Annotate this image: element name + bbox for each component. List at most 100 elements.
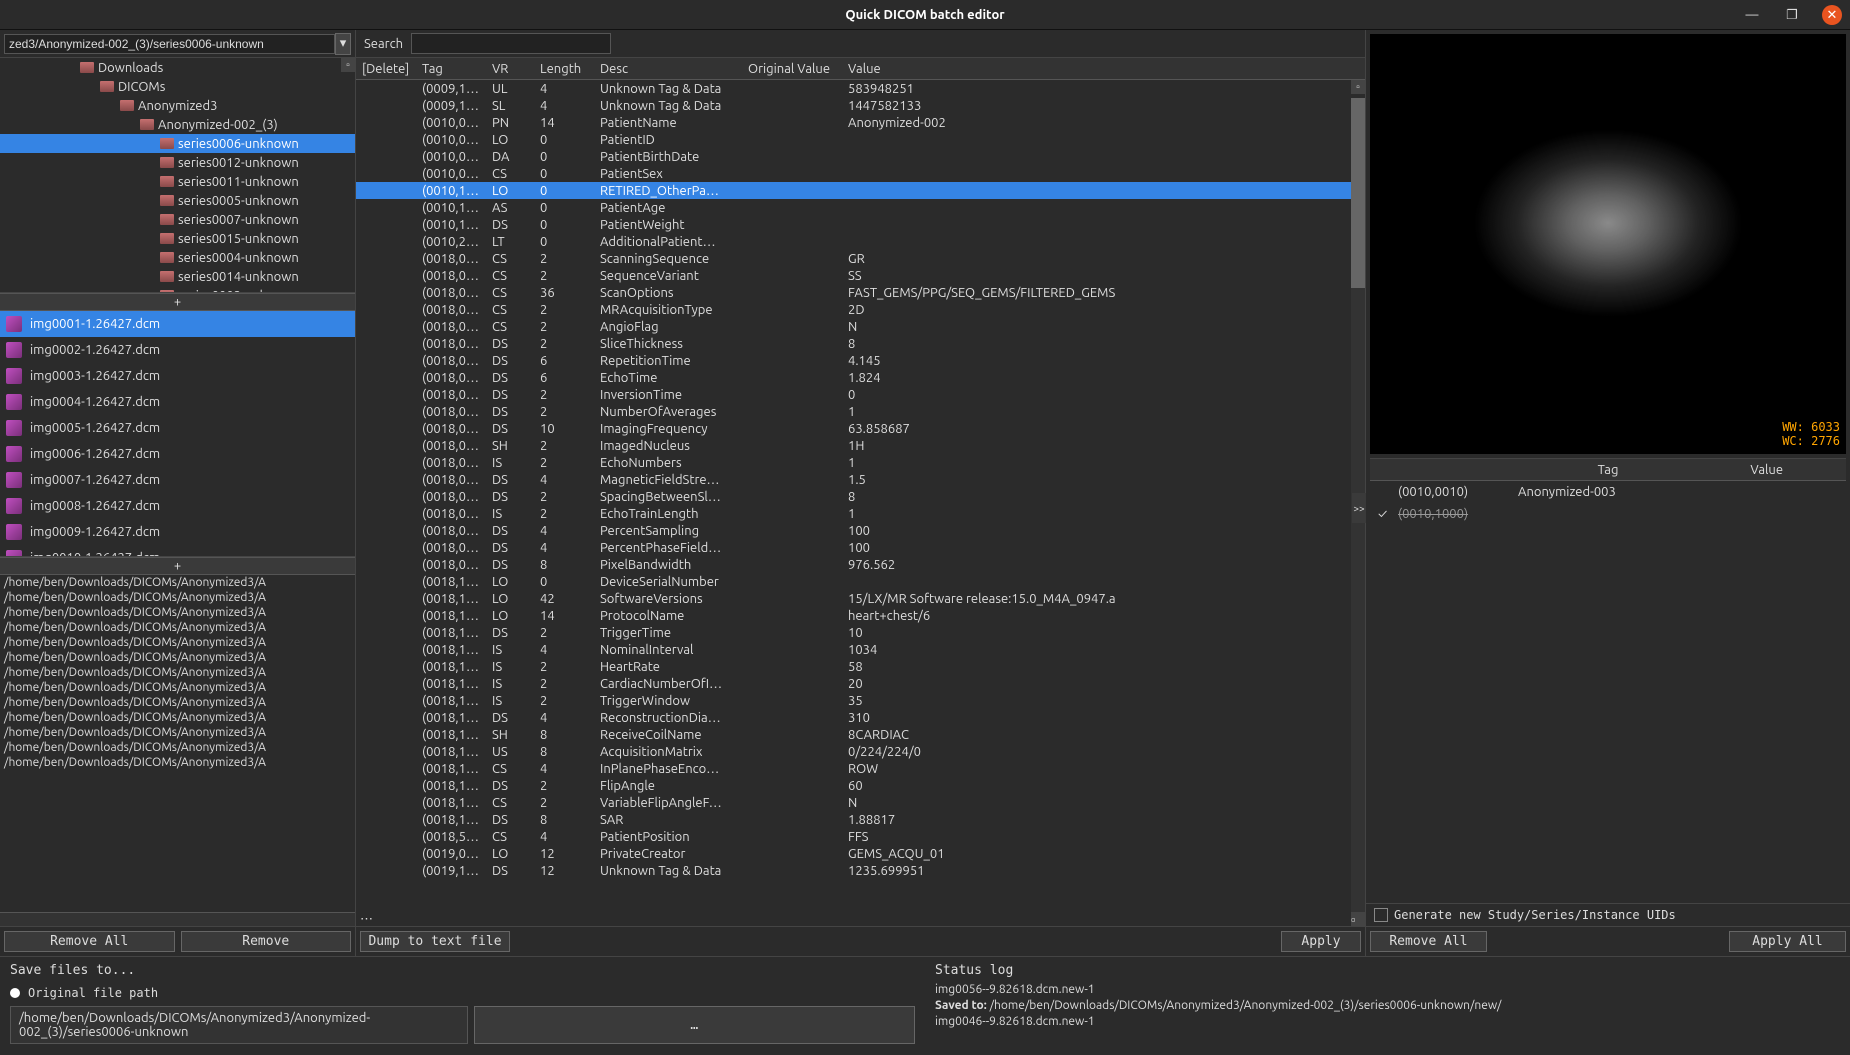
tag-row[interactable]: (0018,1…LO14ProtocolNameheart+chest/6	[356, 607, 1365, 624]
tag-collapse-icon[interactable]: ▫	[1351, 80, 1365, 94]
tag-row[interactable]: (0018,0…DS2InversionTime0	[356, 386, 1365, 403]
tag-row[interactable]: (0018,0…DS2NumberOfAverages1	[356, 403, 1365, 420]
queue-item[interactable]: /home/ben/Downloads/DICOMs/Anonymized3/A	[0, 635, 355, 650]
tag-row[interactable]: (0010,0…LO0PatientID	[356, 131, 1365, 148]
tag-row[interactable]: (0010,1…LO0RETIRED_OtherPa…	[356, 182, 1365, 199]
tag-row[interactable]: (0018,1…LO0DeviceSerialNumber	[356, 573, 1365, 590]
apply-button[interactable]: Apply	[1281, 931, 1361, 952]
file-item[interactable]: img0007-1.26427.dcm	[0, 467, 355, 493]
tag-row[interactable]: (0018,0…DS2SpacingBetweenSl…8	[356, 488, 1365, 505]
remove-button[interactable]: Remove	[181, 931, 352, 952]
tag-row[interactable]: (0018,1…CS2VariableFlipAngleF…N	[356, 794, 1365, 811]
dump-button[interactable]: Dump to text file	[360, 931, 510, 952]
queue-item[interactable]: /home/ben/Downloads/DICOMs/Anonymized3/A	[0, 575, 355, 590]
save-path-browse-button[interactable]: …	[474, 1006, 916, 1044]
file-list[interactable]: img0001-1.26427.dcmimg0002-1.26427.dcmim…	[0, 311, 355, 557]
queue-item[interactable]: /home/ben/Downloads/DICOMs/Anonymized3/A	[0, 590, 355, 605]
tag-row[interactable]: (0018,0…CS2AngioFlagN	[356, 318, 1365, 335]
tree-item[interactable]: series0005-unknown	[0, 191, 355, 210]
tag-row[interactable]: (0018,0…DS6RepetitionTime4.145	[356, 352, 1365, 369]
col-orig[interactable]: Original Value	[742, 62, 842, 76]
save-radio[interactable]	[10, 988, 20, 998]
tag-row[interactable]: (0018,0…SH2ImagedNucleus1H	[356, 437, 1365, 454]
tree-item[interactable]: series0004-unknown	[0, 248, 355, 267]
tag-row[interactable]: (0018,1…LO42SoftwareVersions15/LX/MR Sof…	[356, 590, 1365, 607]
tree-item[interactable]: series0014-unknown	[0, 267, 355, 286]
tag-row[interactable]: (0018,1…DS4ReconstructionDia…310	[356, 709, 1365, 726]
tag-row[interactable]: (0018,0…DS4MagneticFieldStre…1.5	[356, 471, 1365, 488]
tag-row[interactable]: (0009,1…SL4Unknown Tag & Data1447582133	[356, 97, 1365, 114]
add-folder-button[interactable]: +	[0, 293, 355, 311]
tree-collapse-icon[interactable]: ▫	[341, 58, 355, 72]
tag-row[interactable]: (0019,1…DS12Unknown Tag & Data1235.69995…	[356, 862, 1365, 879]
tag-row[interactable]: (0018,1…IS2CardiacNumberOfI…20	[356, 675, 1365, 692]
tag-row[interactable]: (0009,1…UL4Unknown Tag & Data583948251	[356, 80, 1365, 97]
queue-scrollbar[interactable]	[0, 912, 355, 926]
tree-item[interactable]: Downloads	[0, 58, 355, 77]
tree-item[interactable]: series0015-unknown	[0, 229, 355, 248]
queue-list[interactable]: /home/ben/Downloads/DICOMs/Anonymized3/A…	[0, 575, 355, 912]
tag-row[interactable]: (0018,1…IS2HeartRate58	[356, 658, 1365, 675]
queue-item[interactable]: /home/ben/Downloads/DICOMs/Anonymized3/A	[0, 710, 355, 725]
tag-row[interactable]: (0010,1…AS0PatientAge	[356, 199, 1365, 216]
edit-col-tag[interactable]: Tag	[1529, 463, 1688, 477]
tag-row[interactable]: (0010,0…PN14PatientNameAnonymized-002	[356, 114, 1365, 131]
tag-row[interactable]: (0018,1…SH8ReceiveCoilName8CARDIAC	[356, 726, 1365, 743]
panel-toggle-button[interactable]: >>	[1352, 493, 1366, 523]
tag-row[interactable]: (0018,5…CS4PatientPositionFFS	[356, 828, 1365, 845]
tag-row[interactable]: (0010,2…LT0AdditionalPatient…	[356, 233, 1365, 250]
tag-row[interactable]: (0010,0…DA0PatientBirthDate	[356, 148, 1365, 165]
edit-col-value[interactable]: Value	[1687, 463, 1846, 477]
maximize-button[interactable]: ❐	[1782, 5, 1802, 25]
tag-row[interactable]: (0018,0…CS2ScanningSequenceGR	[356, 250, 1365, 267]
tree-item[interactable]: series0006-unknown	[0, 134, 355, 153]
file-item[interactable]: img0003-1.26427.dcm	[0, 363, 355, 389]
queue-item[interactable]: /home/ben/Downloads/DICOMs/Anonymized3/A	[0, 755, 355, 770]
tag-row[interactable]: (0010,0…CS0PatientSex	[356, 165, 1365, 182]
queue-item[interactable]: /home/ben/Downloads/DICOMs/Anonymized3/A	[0, 725, 355, 740]
tag-row[interactable]: (0018,1…IS2TriggerWindow35	[356, 692, 1365, 709]
minimize-button[interactable]: —	[1742, 5, 1762, 25]
queue-item[interactable]: /home/ben/Downloads/DICOMs/Anonymized3/A	[0, 650, 355, 665]
queue-item[interactable]: /home/ben/Downloads/DICOMs/Anonymized3/A	[0, 620, 355, 635]
tag-row[interactable]: (0018,0…IS2EchoNumbers1	[356, 454, 1365, 471]
tree-item[interactable]: DICOMs	[0, 77, 355, 96]
edit-table[interactable]: Tag Value (0010,0010)Anonymized-003✓(001…	[1370, 458, 1846, 903]
tag-row[interactable]: (0018,0…DS2SliceThickness8	[356, 335, 1365, 352]
tag-row[interactable]: (0018,1…US8AcquisitionMatrix0/224/224/0	[356, 743, 1365, 760]
tag-table[interactable]: [Delete] Tag VR Length Desc Original Val…	[356, 58, 1365, 926]
tree-item[interactable]: series0003-unknown	[0, 286, 355, 293]
close-button[interactable]: ✕	[1822, 5, 1842, 25]
queue-item[interactable]: /home/ben/Downloads/DICOMs/Anonymized3/A	[0, 605, 355, 620]
file-item[interactable]: img0009-1.26427.dcm	[0, 519, 355, 545]
tree-item[interactable]: series0012-unknown	[0, 153, 355, 172]
tag-row[interactable]: (0018,0…DS10ImagingFrequency63.858687	[356, 420, 1365, 437]
tag-row[interactable]: (0018,1…DS8SAR1.88817	[356, 811, 1365, 828]
tag-row[interactable]: (0018,0…DS8PixelBandwidth976.562	[356, 556, 1365, 573]
tag-row[interactable]: (0018,0…DS6EchoTime1.824	[356, 369, 1365, 386]
right-remove-all-button[interactable]: Remove All	[1370, 931, 1487, 952]
col-vr[interactable]: VR	[486, 62, 534, 76]
tag-row[interactable]: (0018,0…CS2MRAcquisitionType2D	[356, 301, 1365, 318]
col-length[interactable]: Length	[534, 62, 594, 76]
path-input[interactable]	[4, 34, 335, 54]
tree-item[interactable]: series0007-unknown	[0, 210, 355, 229]
folder-tree[interactable]: ▫ DownloadsDICOMsAnonymized3Anonymized-0…	[0, 58, 355, 293]
col-value[interactable]: Value	[842, 62, 1365, 76]
file-item[interactable]: img0001-1.26427.dcm	[0, 311, 355, 337]
tag-row[interactable]: (0019,0…LO12PrivateCreatorGEMS_ACQU_01	[356, 845, 1365, 862]
tree-item[interactable]: Anonymized3	[0, 96, 355, 115]
file-item[interactable]: img0005-1.26427.dcm	[0, 415, 355, 441]
edit-row[interactable]: ✓(0010,1000)	[1370, 503, 1846, 525]
file-item[interactable]: img0002-1.26427.dcm	[0, 337, 355, 363]
add-file-button[interactable]: +	[0, 557, 355, 575]
tag-row[interactable]: (0018,0…DS4PercentPhaseField…100	[356, 539, 1365, 556]
tag-row[interactable]: (0018,1…DS2FlipAngle60	[356, 777, 1365, 794]
tag-row[interactable]: (0018,0…CS36ScanOptionsFAST_GEMS/PPG/SEQ…	[356, 284, 1365, 301]
file-item[interactable]: img0008-1.26427.dcm	[0, 493, 355, 519]
remove-all-button[interactable]: Remove All	[4, 931, 175, 952]
tag-row[interactable]: (0010,1…DS0PatientWeight	[356, 216, 1365, 233]
apply-all-button[interactable]: Apply All	[1729, 931, 1846, 952]
file-item[interactable]: img0010-1.26427.dcm	[0, 545, 355, 557]
tag-row[interactable]: (0018,0…IS2EchoTrainLength1	[356, 505, 1365, 522]
